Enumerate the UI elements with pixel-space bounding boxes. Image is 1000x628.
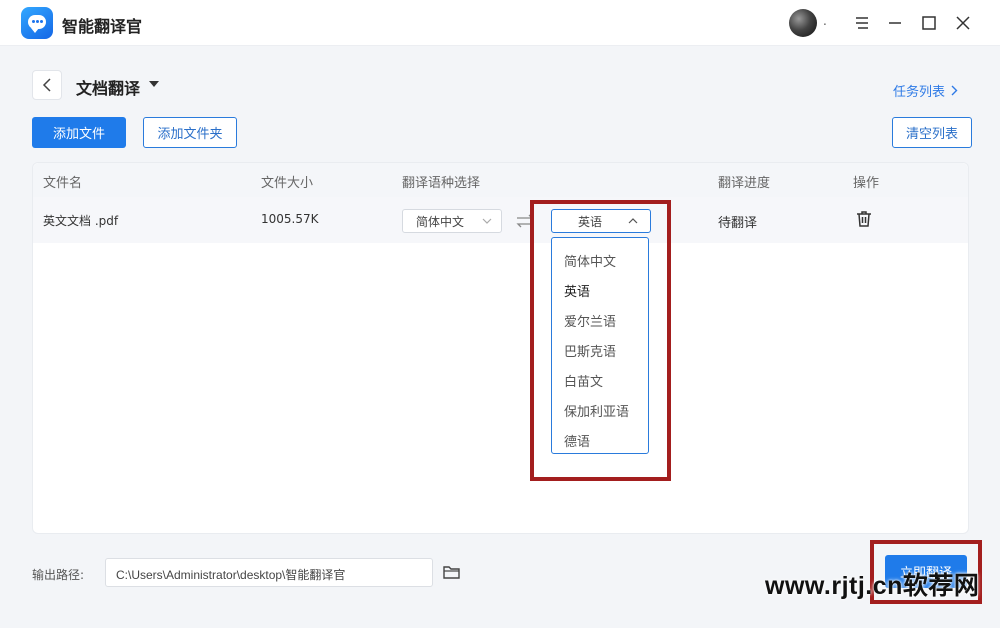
column-header-progress: 翻译进度 [718,176,771,191]
source-language-select[interactable]: 简体中文 [402,209,502,233]
watermark: www.rjtj.cn软荐网 [765,572,980,600]
table-header: 文件名 文件大小 翻译语种选择 翻译进度 操作 [33,163,968,197]
output-path-label: 输出路径: [32,568,85,582]
trash-icon[interactable] [855,210,873,228]
highlight-annotation-dropdown [530,200,671,481]
folder-icon[interactable] [443,565,461,580]
output-path-field[interactable]: C:\Users\Administrator\desktop\智能翻译官 [105,558,433,587]
menu-icon[interactable] [851,12,873,34]
source-language-value: 简体中文 [416,214,465,229]
back-button[interactable] [32,70,62,100]
app-title: 智能翻译官 [62,17,143,36]
table-row: 英文文档 .pdf 1005.57K 简体中文 英语 待翻译 [33,197,968,243]
chevron-left-icon [42,78,51,92]
task-list-link[interactable]: 任务列表 [893,81,958,100]
chevron-right-icon [951,85,958,96]
minimize-icon[interactable] [884,12,906,34]
chevron-down-icon [482,218,492,224]
page-title[interactable]: 文档翻译 [76,75,140,99]
column-header-file-name: 文件名 [43,176,83,191]
column-header-file-size: 文件大小 [261,176,314,191]
progress-status: 待翻译 [718,216,758,231]
user-avatar[interactable] [789,9,817,37]
maximize-icon[interactable] [918,12,940,34]
task-list-label: 任务列表 [893,85,946,100]
avatar-status-dot: . [823,14,827,28]
add-folder-button[interactable]: 添加文件夹 [143,117,237,148]
file-table: 文件名 文件大小 翻译语种选择 翻译进度 操作 英文文档 .pdf 1005.5… [32,162,969,534]
app-logo-icon [21,7,53,39]
column-header-actions: 操作 [853,176,880,191]
file-name-cell: 英文文档 .pdf [43,214,119,228]
column-header-language: 翻译语种选择 [402,176,481,191]
file-size-cell: 1005.57K [261,212,319,226]
close-icon[interactable] [952,12,974,34]
title-bar: 智能翻译官 . [0,0,1000,46]
add-file-button[interactable]: 添加文件 [32,117,126,148]
clear-list-button[interactable]: 清空列表 [892,117,972,148]
caret-down-icon[interactable] [149,81,159,87]
